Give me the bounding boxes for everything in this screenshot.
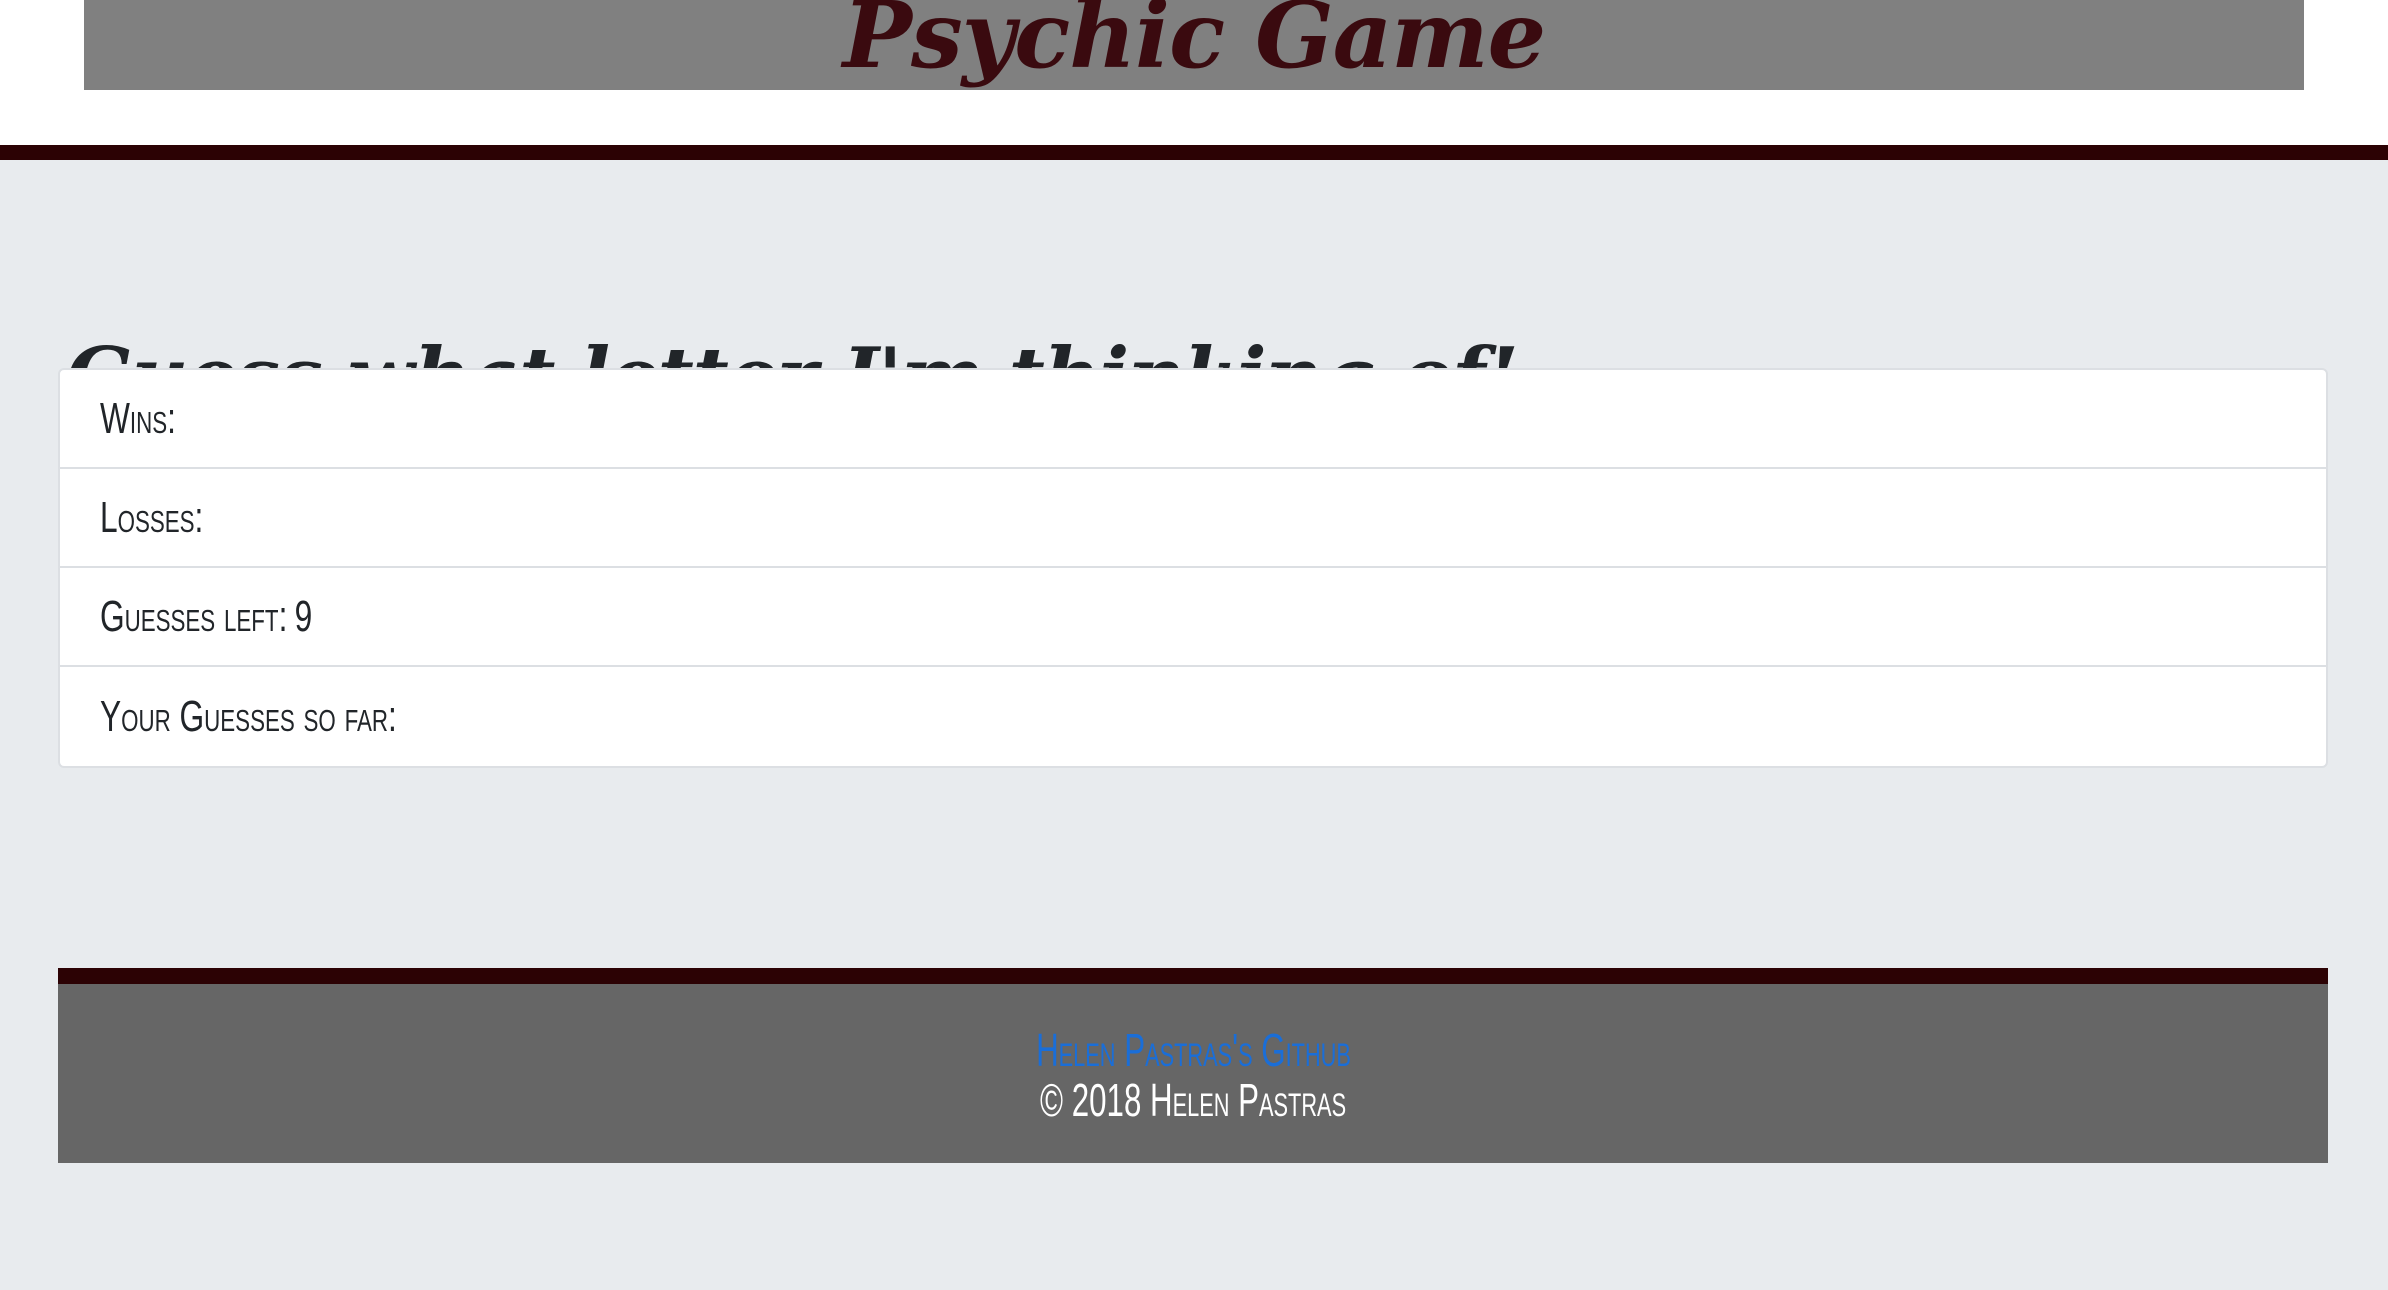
list-item-losses: Losses: [60, 469, 2326, 568]
copyright-label: © 2018 Helen Pastras [1039, 1074, 1347, 1126]
guesses-left-label: Guesses left: [100, 591, 288, 641]
copyright-text: © 2018 Helen Pastras [58, 1073, 2328, 1127]
footer-divider [58, 968, 2328, 984]
footer: Helen Pastras's Github © 2018 Helen Past… [58, 968, 2328, 1163]
page-title: Psychic Game [842, 0, 1546, 89]
losses-label: Losses: [100, 492, 204, 542]
header-divider [0, 145, 2388, 160]
guesses-so-far-label: Your Guesses so far: [100, 691, 397, 741]
list-item-wins: Wins: [60, 370, 2326, 469]
list-item-guesses-left: Guesses left: 9 [60, 568, 2326, 667]
github-link-text: Helen Pastras's Github [1035, 1024, 1351, 1076]
guesses-left-value: 9 [294, 591, 313, 641]
list-item-guesses-so-far: Your Guesses so far: [60, 667, 2326, 766]
header: Psychic Game [0, 0, 2388, 145]
title-banner: Psychic Game [84, 0, 2304, 90]
game-stats-list: Wins: Losses: Guesses left: 9 Your Guesse… [58, 368, 2328, 768]
wins-label: Wins: [100, 393, 176, 443]
github-link[interactable]: Helen Pastras's Github [58, 1023, 2328, 1077]
